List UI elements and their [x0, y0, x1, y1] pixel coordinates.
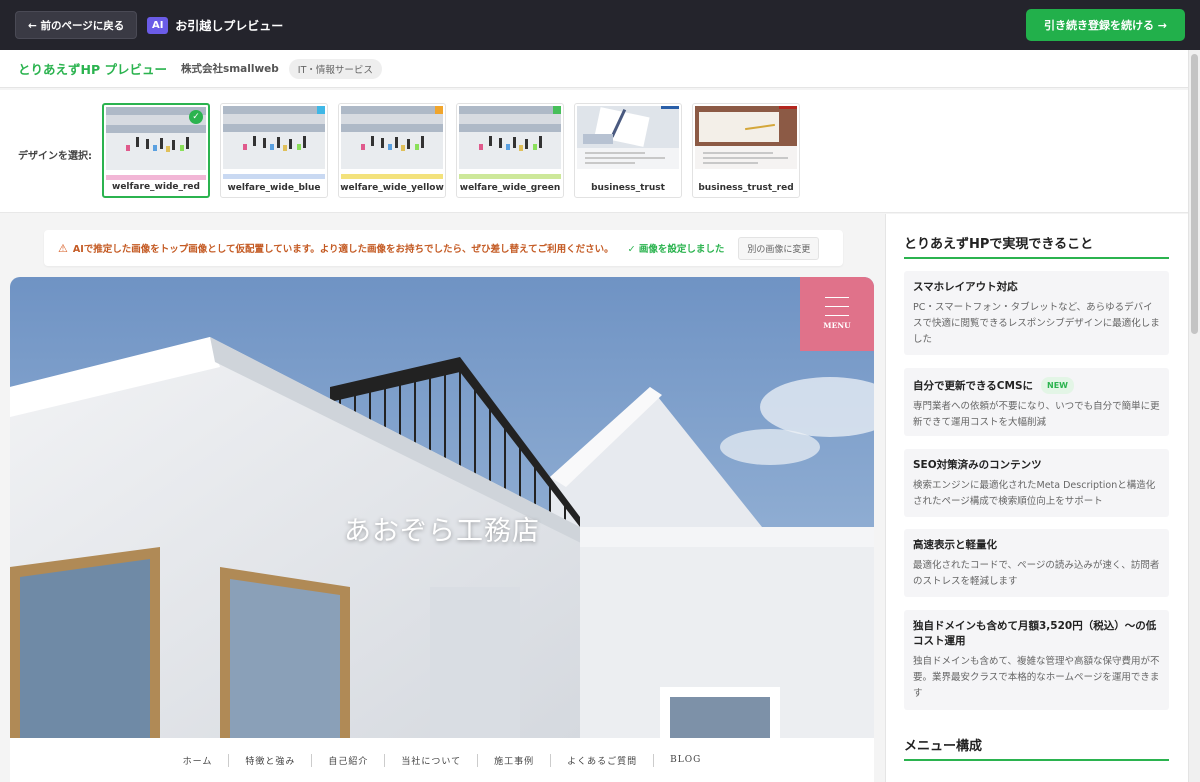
design-accent-corner: [553, 106, 561, 114]
hero-house-image: [10, 277, 874, 738]
feature-description: 専門業者への依頼が不要になり、いつでも自分で簡単に更新できて運用コストを大幅削減: [913, 401, 1160, 428]
feature-card: 高速表示と軽量化 最適化されたコードで、ページの読み込みが速く、訪問者のストレス…: [904, 529, 1169, 597]
snow-thumbnail-image: [459, 106, 561, 169]
business-thumbnail-image: [577, 106, 679, 169]
design-option-welfare-wide-blue[interactable]: welfare_wide_blue: [220, 103, 328, 198]
design-color-stripe: [459, 174, 561, 179]
warning-icon: ⚠: [58, 241, 68, 255]
design-accent-corner: [317, 106, 325, 114]
site-nav-about[interactable]: 当社について: [385, 753, 479, 767]
ai-badge: AI: [147, 16, 169, 34]
change-image-button[interactable]: 別の画像に変更: [738, 236, 820, 260]
hamburger-icon: [825, 315, 849, 316]
design-option-business-trust-red[interactable]: business_trust_red: [692, 103, 800, 198]
scrollbar-thumb[interactable]: [1191, 54, 1198, 334]
design-option-name: welfare_wide_blue: [227, 183, 321, 193]
hamburger-menu-button[interactable]: MENU: [800, 277, 874, 351]
design-option-name: welfare_wide_green: [459, 183, 561, 193]
feature-card: SEO対策済みのコンテンツ 検索エンジンに最適化されたMeta Descript…: [904, 449, 1169, 517]
new-badge: NEW: [1041, 377, 1074, 394]
design-option-name: welfare_wide_red: [112, 182, 200, 192]
feature-title: 自分で更新できるCMSに NEW: [913, 377, 1160, 394]
back-button[interactable]: ← 前のページに戻る: [15, 11, 138, 39]
heading-underline: [904, 759, 1169, 761]
design-option-name: welfare_wide_yellow: [340, 183, 444, 193]
heading-underline: [904, 257, 1169, 259]
business-thumbnail-image: [695, 106, 797, 169]
top-bar: ← 前のページに戻る AI お引越しプレビュー 引き続き登録を続ける →: [0, 0, 1200, 50]
selected-check-icon: ✓: [189, 110, 203, 124]
feature-description: 独自ドメインも含めて、複雑な管理や高額な保守費用が不要。業界最安クラスで本格的な…: [913, 656, 1160, 699]
design-picker: デザインを選択: ✓ welfare_wide_red welfare_wide…: [0, 90, 1188, 213]
design-option-welfare-wide-green[interactable]: welfare_wide_green: [456, 103, 564, 198]
feature-description: PC・スマートフォン・タブレットなど、あらゆるデバイスで快適に閲覧できるレスポン…: [913, 302, 1160, 345]
site-nav-intro[interactable]: 自己紹介: [312, 753, 386, 767]
design-picker-label: デザインを選択:: [18, 151, 92, 162]
design-accent-corner: [779, 106, 797, 109]
image-set-status: ✓ 画像を設定しました: [627, 244, 725, 255]
preview-header: とりあえずHP プレビュー 株式会社smallweb IT・情報サービス: [0, 50, 1188, 88]
site-nav-features[interactable]: 特徴と強み: [229, 753, 313, 767]
design-option-business-trust[interactable]: business_trust: [574, 103, 682, 198]
design-option-welfare-wide-yellow[interactable]: welfare_wide_yellow: [338, 103, 446, 198]
design-accent-corner: [435, 106, 443, 114]
design-option-name: business_trust: [591, 183, 665, 193]
continue-registration-button[interactable]: 引き続き登録を続ける →: [1025, 9, 1185, 41]
image-notice: ⚠ AIで推定した画像をトップ画像として仮配置しています。より適した画像をお持ち…: [44, 230, 843, 266]
menu-label: MENU: [823, 321, 851, 330]
feature-description: 最適化されたコードで、ページの読み込みが速く、訪問者のストレスを軽減します: [913, 560, 1160, 587]
feature-title: 独自ドメインも含めて月額3,520円（税込）〜の低コスト運用: [913, 620, 1157, 647]
design-color-stripe: [106, 175, 206, 180]
site-nav: ホーム 特徴と強み 自己紹介 当社について 施工事例 よくあるご質問 BLOG: [10, 738, 874, 782]
design-option-welfare-wide-red[interactable]: ✓ welfare_wide_red: [102, 103, 210, 198]
site-nav-blog[interactable]: BLOG: [654, 755, 717, 765]
site-name: あおぞら工務店: [344, 516, 540, 547]
snow-thumbnail-image: [341, 106, 443, 169]
feature-description: 検索エンジンに最適化されたMeta Descriptionと構造化されたページ構…: [913, 480, 1156, 507]
features-heading: とりあえずHPで実現できること: [904, 237, 1094, 252]
site-nav-faq[interactable]: よくあるご質問: [551, 753, 655, 767]
app-title: とりあえずHP プレビュー: [18, 62, 167, 77]
site-nav-works[interactable]: 施工事例: [478, 753, 552, 767]
hero-section: あおぞら工務店 MENU: [10, 277, 874, 738]
industry-tag: IT・情報サービス: [288, 58, 382, 79]
menu-structure-heading: メニュー構成: [904, 739, 983, 754]
features-sidebar: とりあえずHPで実現できること スマホレイアウト対応 PC・スマートフォン・タブ…: [885, 214, 1188, 782]
feature-card: 自分で更新できるCMSに NEW 専門業者への依頼が不要になり、いつでも自分で簡単…: [904, 368, 1169, 436]
image-notice-text: AIで推定した画像をトップ画像として仮配置しています。より適した画像をお持ちでし…: [72, 244, 614, 255]
design-option-name: business_trust_red: [698, 183, 794, 193]
site-preview: ⚠ AIで推定した画像をトップ画像として仮配置しています。より適した画像をお持ち…: [0, 214, 884, 782]
site-nav-home[interactable]: ホーム: [167, 753, 230, 767]
feature-card: スマホレイアウト対応 PC・スマートフォン・タブレットなど、あらゆるデバイスで快…: [904, 271, 1169, 355]
feature-card: 独自ドメインも含めて月額3,520円（税込）〜の低コスト運用 独自ドメインも含め…: [904, 610, 1169, 710]
company-name: 株式会社smallweb: [180, 63, 279, 75]
hamburger-icon: [825, 306, 849, 307]
feature-title: 高速表示と軽量化: [913, 539, 997, 551]
feature-title-text: 自分で更新できるCMSに: [913, 380, 1034, 392]
hamburger-icon: [825, 297, 849, 298]
design-accent-corner: [661, 106, 679, 109]
feature-title: スマホレイアウト対応: [913, 281, 1018, 293]
page-scrollbar[interactable]: [1188, 50, 1200, 782]
design-color-stripe: [223, 174, 325, 179]
feature-title: SEO対策済みのコンテンツ: [913, 459, 1042, 471]
preview-title: お引越しプレビュー: [175, 18, 284, 33]
snow-thumbnail-image: [223, 106, 325, 169]
design-color-stripe: [341, 174, 443, 179]
